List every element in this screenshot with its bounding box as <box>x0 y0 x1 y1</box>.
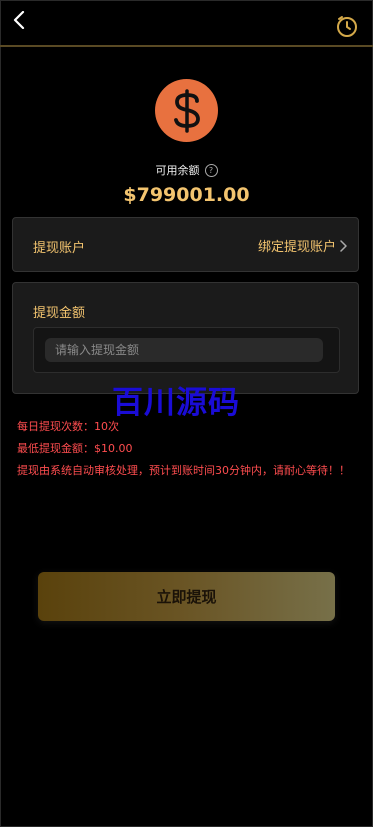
withdraw-account-label: 提现账户 <box>33 241 86 256</box>
balance-amount: $799001.00 <box>123 184 250 206</box>
amount-input[interactable] <box>45 338 323 362</box>
amount-input-wrapper <box>33 327 340 373</box>
help-icon[interactable]: ? <box>204 163 218 177</box>
history-button[interactable] <box>335 14 359 38</box>
note-daily-limit: 每日提现次数：10次 <box>17 420 119 433</box>
withdraw-amount-label: 提现金额 <box>33 306 86 321</box>
bind-account-label: 绑定提现账户 <box>257 240 336 255</box>
header-bar <box>0 0 373 47</box>
note-min-amount: 最低提现金额：$10.00 <box>17 442 133 455</box>
history-clock-icon <box>337 16 357 37</box>
chevron-right-icon <box>340 239 347 252</box>
back-button[interactable] <box>8 8 30 32</box>
withdraw-notes: 每日提现次数：10次 最低提现金额：$10.00 提现由系统自动审核处理，预计到… <box>17 416 362 482</box>
submit-withdraw-button[interactable]: 立即提现 <box>38 572 335 621</box>
withdraw-account-card[interactable]: 提现账户 绑定提现账户 <box>12 217 359 272</box>
balance-label: 可用余额 <box>155 164 200 177</box>
balance-label-row: 可用余额 ? <box>0 162 373 178</box>
dollar-coin-icon <box>155 79 218 142</box>
bind-account-link[interactable]: 绑定提现账户 <box>258 236 348 255</box>
chevron-left-icon <box>13 11 25 29</box>
note-processing: 提现由系统自动审核处理，预计到账时间30分钟内，请耐心等待！！ <box>17 464 350 477</box>
